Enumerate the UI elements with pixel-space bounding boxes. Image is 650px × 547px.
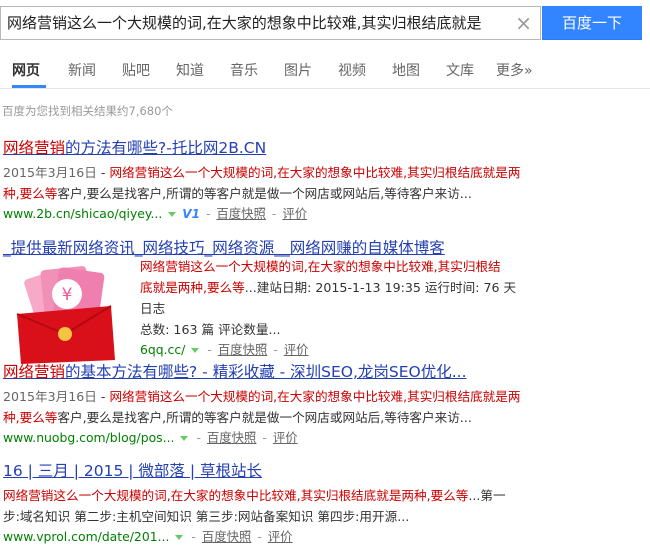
tab-wenku[interactable]: 文库 bbox=[446, 60, 474, 80]
search-button[interactable]: 百度一下 bbox=[542, 6, 642, 40]
cache-link[interactable]: 百度快照 bbox=[218, 342, 268, 357]
tab-tieba[interactable]: 贴吧 bbox=[122, 60, 150, 80]
result-url: 6qq.cc/ bbox=[140, 342, 186, 357]
cache-link[interactable]: 百度快照 bbox=[207, 430, 257, 445]
tab-music[interactable]: 音乐 bbox=[230, 60, 258, 80]
dropdown-arrow-icon[interactable] bbox=[191, 347, 200, 353]
result-snippet: 2015年3月16日 - 网络营销这么一个大规模的词,在大家的想象中比较难,其实… bbox=[3, 165, 521, 201]
active-tab-indicator bbox=[12, 85, 46, 88]
result-snippet: 2015年3月16日 - 网络营销这么一个大规模的词,在大家的想象中比较难,其实… bbox=[3, 389, 521, 425]
rate-link[interactable]: 评价 bbox=[282, 206, 307, 221]
result-url-line: www.nuobg.com/blog/pos... - 百度快照 - 评价 bbox=[3, 430, 298, 445]
result-snippet: 网络营销这么一个大规模的词,在大家的想象中比较难,其实归根结 底就是两种,要么等… bbox=[140, 256, 530, 360]
tab-video[interactable]: 视频 bbox=[338, 60, 366, 80]
search-result: 网络营销的方法有哪些?-托比网2B.CN 2015年3月16日 - 网络营销这么… bbox=[3, 136, 648, 224]
dropdown-arrow-icon[interactable] bbox=[180, 435, 189, 441]
result-snippet: 网络营销这么一个大规模的词,在大家的想象中比较难,其实归根结底就是两种,要么等.… bbox=[3, 488, 506, 524]
red-envelope-thumbnail[interactable]: ¥ bbox=[3, 260, 124, 364]
dropdown-arrow-icon[interactable] bbox=[168, 211, 177, 217]
tab-images[interactable]: 图片 bbox=[284, 60, 312, 80]
search-input[interactable]: 网络营销这么一个大规模的词,在大家的想象中比较难,其实归根结底就是 bbox=[7, 7, 512, 39]
result-url-line: www.vprol.com/date/201... - 百度快照 - 评价 bbox=[3, 529, 293, 544]
svg-text:¥: ¥ bbox=[62, 285, 73, 305]
result-title-link[interactable]: 网络营销的方法有哪些?-托比网2B.CN bbox=[3, 136, 648, 158]
result-url-line: 6qq.cc/- 百度快照 - 评价 bbox=[140, 342, 309, 357]
tab-news[interactable]: 新闻 bbox=[68, 60, 96, 80]
search-tabs: 网页 新闻 贴吧 知道 音乐 图片 视频 地图 文库 更多» bbox=[0, 56, 650, 89]
result-url: www.vprol.com/date/201... bbox=[3, 529, 170, 544]
search-result: 16 | 三月 | 2015 | 微部落 | 草根站长 网络营销这么一个大规模的… bbox=[3, 459, 648, 547]
v1-badge-icon[interactable]: V1 bbox=[182, 207, 200, 221]
rate-link[interactable]: 评价 bbox=[268, 529, 293, 544]
dropdown-arrow-icon[interactable] bbox=[175, 534, 184, 540]
result-title-link[interactable]: 16 | 三月 | 2015 | 微部落 | 草根站长 bbox=[3, 459, 648, 481]
tab-zhidao[interactable]: 知道 bbox=[176, 60, 204, 80]
cache-link[interactable]: 百度快照 bbox=[202, 529, 252, 544]
rate-link[interactable]: 评价 bbox=[273, 430, 298, 445]
result-url: www.nuobg.com/blog/pos... bbox=[3, 430, 175, 445]
close-icon[interactable]: × bbox=[515, 12, 532, 34]
result-url: www.2b.cn/shicao/qiyey... bbox=[3, 206, 163, 221]
search-result: _提供最新网络资讯_网络技巧_网络资源__网络网赚的自媒体博客 ¥ 网络营销这么… bbox=[3, 236, 648, 364]
rate-link[interactable]: 评价 bbox=[284, 342, 309, 357]
tab-more[interactable]: 更多» bbox=[496, 60, 533, 80]
result-url-line: www.2b.cn/shicao/qiyey... V1- 百度快照 - 评价 bbox=[3, 206, 308, 221]
tab-map[interactable]: 地图 bbox=[392, 60, 420, 80]
result-title-link[interactable]: _提供最新网络资讯_网络技巧_网络资源__网络网赚的自媒体博客 bbox=[3, 236, 648, 258]
result-count: 百度为您找到相关结果约7,680个 bbox=[2, 104, 173, 118]
search-bar: 网络营销这么一个大规模的词,在大家的想象中比较难,其实归根结底就是 × 百度一下 bbox=[0, 0, 650, 44]
search-result: 网络营销的基本方法有哪些? - 精彩收藏 - 深圳SEO,龙岗SEO优化... … bbox=[3, 360, 648, 448]
result-title-link[interactable]: 网络营销的基本方法有哪些? - 精彩收藏 - 深圳SEO,龙岗SEO优化... bbox=[3, 360, 648, 382]
cache-link[interactable]: 百度快照 bbox=[216, 206, 266, 221]
tab-web[interactable]: 网页 bbox=[12, 60, 40, 80]
search-box[interactable]: 网络营销这么一个大规模的词,在大家的想象中比较难,其实归根结底就是 × bbox=[0, 6, 541, 40]
